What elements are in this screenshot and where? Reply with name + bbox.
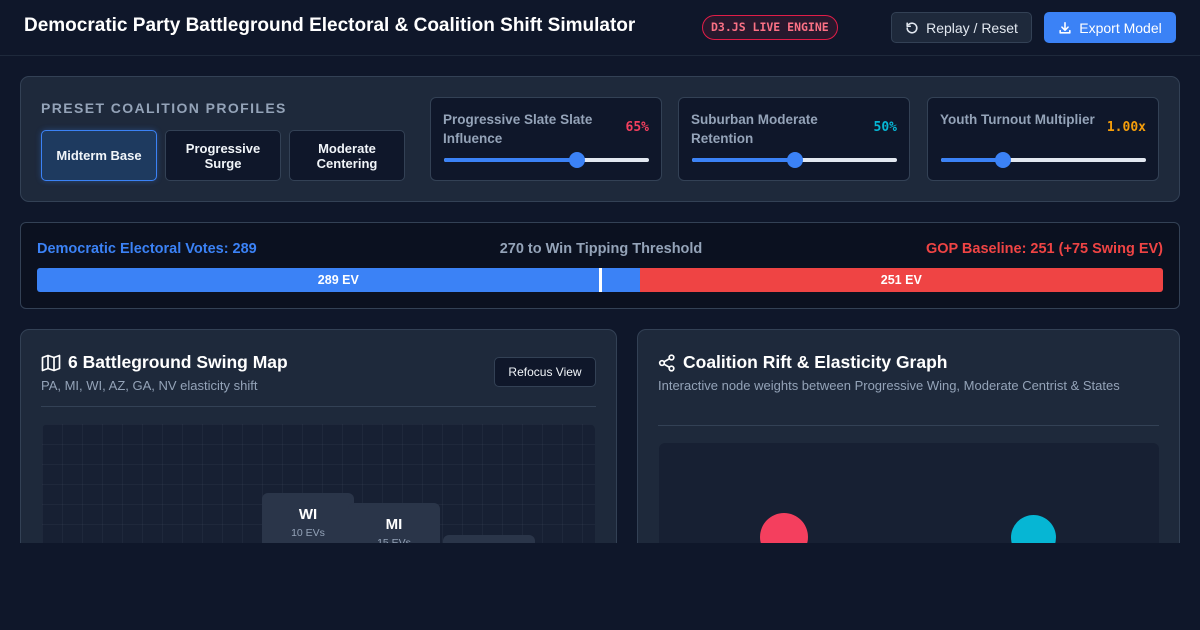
page-blank-area <box>0 543 1200 630</box>
slider-value: 65% <box>625 120 649 135</box>
state-abbr: MI <box>385 516 403 533</box>
preset-moderate-centering-button[interactable]: Moderate Centering <box>289 130 405 181</box>
progressive-influence-slider[interactable] <box>444 152 649 168</box>
app-title: Democratic Party Battleground Electoral … <box>24 15 636 36</box>
graph-card-title-text: Coalition Rift & Elasticity Graph <box>683 352 948 372</box>
app-header: Democratic Party Battleground Electoral … <box>0 0 1200 56</box>
graph-card-subtitle: Interactive node weights between Progres… <box>658 378 1120 393</box>
slider-fill <box>692 158 795 162</box>
win-threshold-marker <box>599 268 602 292</box>
map-card-title: 6 Battleground Swing Map <box>41 352 288 373</box>
share-nodes-icon <box>658 353 675 372</box>
refresh-icon <box>906 21 918 34</box>
state-abbr: WI <box>298 506 318 523</box>
export-model-label: Export Model <box>1079 19 1162 36</box>
presets-panel: PRESET COALITION PROFILES Midterm Base P… <box>20 76 1180 202</box>
card-divider <box>658 425 1159 426</box>
youth-turnout-slider[interactable] <box>941 152 1146 168</box>
preset-progressive-surge-button[interactable]: Progressive Surge <box>165 130 281 181</box>
suburban-retention-slider-card: Suburban Moderate Retention 50% <box>678 97 910 181</box>
map-card-subtitle: PA, MI, WI, AZ, GA, NV elasticity shift <box>41 378 258 393</box>
electoral-vote-panel: Democratic Electoral Votes: 289 270 to W… <box>20 222 1180 309</box>
graph-card-title: Coalition Rift & Elasticity Graph <box>658 352 947 373</box>
slider-label: Youth Turnout Multiplier <box>940 112 1095 127</box>
youth-turnout-slider-card: Youth Turnout Multiplier 1.00x <box>927 97 1159 181</box>
card-divider <box>41 406 596 407</box>
slider-value: 50% <box>873 120 897 135</box>
map-icon <box>41 354 61 371</box>
gop-baseline-label: GOP Baseline: 251 (+75 Swing EV) <box>925 241 1163 257</box>
slider-value: 1.00x <box>1106 120 1146 135</box>
slider-label: Suburban Moderate Retention <box>691 112 818 146</box>
map-card-title-text: 6 Battleground Swing Map <box>68 352 288 372</box>
slider-thumb[interactable] <box>786 152 803 168</box>
export-model-button[interactable]: Export Model <box>1044 12 1176 43</box>
replay-reset-label: Replay / Reset <box>926 19 1018 36</box>
suburban-retention-slider[interactable] <box>692 152 897 168</box>
gop-ev-segment: 251 EV <box>639 268 1163 292</box>
preset-midterm-base-button[interactable]: Midterm Base <box>41 130 157 181</box>
slider-fill <box>444 158 578 162</box>
slider-fill <box>941 158 1003 162</box>
download-icon <box>1059 21 1071 34</box>
slider-thumb[interactable] <box>569 152 586 168</box>
dem-ev-segment: 289 EV <box>37 268 640 292</box>
refocus-view-button[interactable]: Refocus View <box>494 357 596 387</box>
slider-thumb[interactable] <box>994 152 1011 168</box>
slider-label: Progressive Slate Slate Influence <box>443 112 593 146</box>
replay-reset-button[interactable]: Replay / Reset <box>891 12 1032 43</box>
presets-heading: PRESET COALITION PROFILES <box>41 100 287 116</box>
progressive-influence-slider-card: Progressive Slate Slate Influence 65% <box>430 97 662 181</box>
engine-badge: D3.JS LIVE ENGINE <box>702 15 838 40</box>
state-ev: 10 EVs <box>291 527 325 539</box>
